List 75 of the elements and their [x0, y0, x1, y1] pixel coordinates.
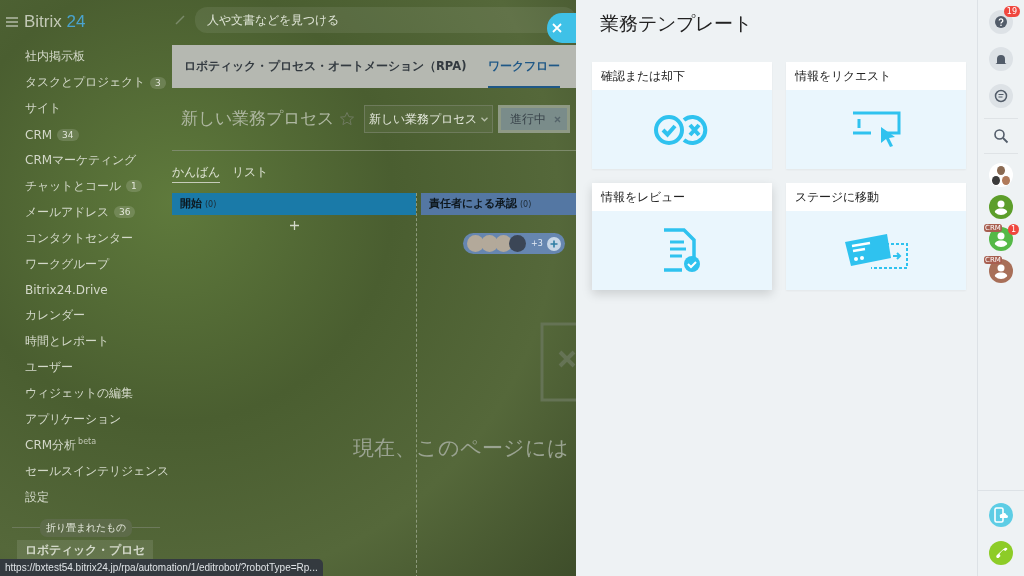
- avatar: [495, 235, 512, 252]
- sidebar-item[interactable]: カレンダー: [25, 307, 85, 325]
- process-dropdown[interactable]: 新しい業務プロセス: [364, 105, 493, 133]
- sidebar-item[interactable]: 社内掲示板: [25, 48, 85, 66]
- sidebar-item[interactable]: サイト: [25, 100, 61, 118]
- template-card[interactable]: 確認または却下: [592, 62, 772, 169]
- view-tab[interactable]: かんばん: [172, 164, 220, 183]
- close-box-icon: [540, 322, 576, 402]
- cursor-field-icon: [851, 110, 901, 149]
- counter-badge: 36: [114, 206, 136, 219]
- sidebar-item[interactable]: CRM: [25, 127, 53, 142]
- user-icon: [993, 199, 1009, 215]
- template-card[interactable]: 情報をリクエスト: [786, 62, 966, 169]
- contact-avatar[interactable]: [989, 195, 1013, 219]
- avatar: [509, 235, 526, 252]
- help-icon: [995, 16, 1007, 28]
- card-move-icon: [843, 231, 909, 270]
- bell-icon: [995, 52, 1007, 66]
- phone-icon: [994, 546, 1008, 560]
- card-title: 情報をリクエスト: [794, 67, 892, 85]
- notification-badge: 19: [1003, 6, 1020, 17]
- tab[interactable]: ワークフロー: [488, 45, 561, 88]
- sidebar-item[interactable]: チャットとコール: [25, 177, 121, 195]
- more-count: +3: [531, 239, 543, 248]
- avatar: [467, 235, 484, 252]
- status-url: https://bxtest54.bitrix24.jp/rpa/automation/1/editrobot/?robotType=Rp...: [0, 559, 323, 576]
- counter-badge: 1: [126, 180, 142, 193]
- close-icon: [552, 23, 562, 33]
- logo[interactable]: Bitrix 24: [24, 12, 86, 32]
- filter-tag[interactable]: 進行中: [498, 105, 570, 133]
- card-title: 確認または却下: [600, 67, 686, 85]
- sidebar-item[interactable]: タスクとプロジェクト: [25, 74, 145, 92]
- group-avatar[interactable]: [989, 163, 1013, 187]
- sidebar-item[interactable]: CRMマーケティング: [25, 152, 137, 169]
- stage-header[interactable]: 開始 (0): [172, 193, 416, 215]
- sidebar-item[interactable]: アプリケーション: [25, 410, 121, 428]
- close-button[interactable]: [547, 13, 576, 43]
- sidebar-item[interactable]: ユーザー: [25, 359, 73, 377]
- notification-badge: 1: [1007, 224, 1019, 235]
- sidebar-item[interactable]: 時間とレポート: [25, 333, 109, 351]
- card-title: 情報をレビュー: [600, 188, 686, 206]
- document-check-icon: [662, 227, 702, 274]
- add-icon[interactable]: [546, 236, 561, 251]
- avatar-group[interactable]: +3: [463, 233, 565, 254]
- sidebar-item[interactable]: メールアドレス: [25, 203, 109, 221]
- sidebar-item[interactable]: セールスインテリジェンス: [25, 462, 169, 480]
- menu-icon[interactable]: [6, 17, 18, 27]
- chevron-down-icon: [481, 116, 488, 122]
- chat-button[interactable]: [989, 84, 1013, 108]
- chat-icon: [994, 89, 1008, 103]
- counter-badge: 34: [57, 128, 79, 141]
- card-title: ステージに移動: [794, 188, 880, 206]
- empty-message: 現在、このページには: [353, 435, 569, 462]
- sidebar-item[interactable]: ウィジェットの編集: [25, 385, 133, 402]
- sidebar-item[interactable]: Bitrix24.Drive: [25, 282, 108, 297]
- notifications-button[interactable]: [989, 47, 1013, 71]
- sidebar-item[interactable]: コンタクトセンター: [25, 229, 133, 247]
- user-icon: [993, 263, 1009, 279]
- star-icon[interactable]: [339, 111, 355, 127]
- process-title: 新しい業務プロセス: [181, 108, 334, 130]
- page-title: ロボティック・プロセス・オートメーション（RPA): [184, 59, 467, 74]
- phone-cloud-icon: [994, 507, 1008, 523]
- counter-badge: 3: [150, 76, 166, 89]
- stage-header[interactable]: 責任者による承認 (0): [421, 193, 576, 215]
- panel-title: 業務テンプレート: [600, 11, 753, 36]
- sidebar-item[interactable]: ワークグループ: [25, 255, 109, 273]
- template-card[interactable]: ステージに移動: [786, 183, 966, 290]
- search-icon[interactable]: [993, 128, 1009, 144]
- user-icon: [993, 231, 1009, 247]
- view-tab[interactable]: リスト: [232, 164, 268, 182]
- sidebar-item[interactable]: 設定: [25, 488, 49, 506]
- sidebar-item[interactable]: CRM分析 $^{beta}$: [25, 436, 97, 454]
- section-label: 折り畳まれたもの: [40, 519, 132, 538]
- template-card[interactable]: 情報をレビュー: [592, 183, 772, 290]
- add-icon[interactable]: [289, 221, 299, 230]
